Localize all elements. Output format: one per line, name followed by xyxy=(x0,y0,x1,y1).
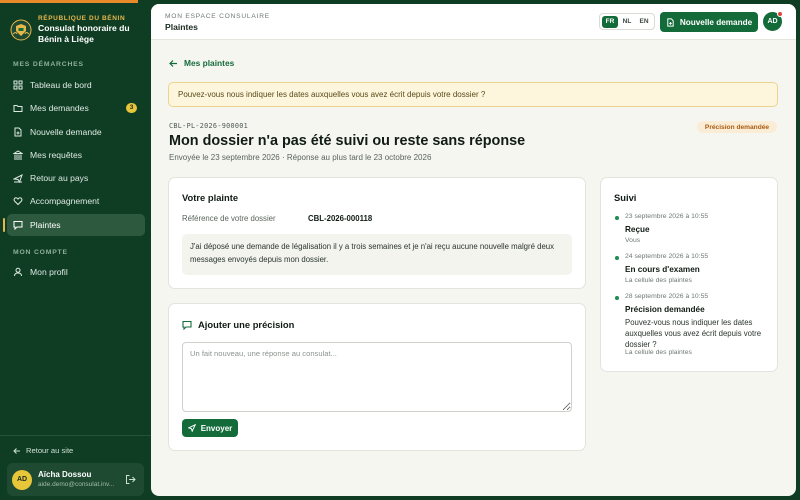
section-label-account: MON COMPTE xyxy=(13,249,68,256)
brand-text: RÉPUBLIQUE DU BÉNIN Consulat honoraire d… xyxy=(38,15,130,49)
file-plus-icon xyxy=(667,17,674,27)
user-info: Aïcha Dossou aide.demo@consulat.inv... xyxy=(38,470,114,489)
user-icon xyxy=(14,267,22,277)
lang-option-nl[interactable]: NL xyxy=(619,16,635,28)
timeline-dot xyxy=(615,256,619,260)
timeline-event-title: En cours d'examen xyxy=(625,265,700,274)
add-precision-title: Ajouter une précision xyxy=(198,319,295,330)
message-square-icon xyxy=(13,220,23,230)
status-badge: Précision demandée xyxy=(697,121,777,133)
timeline-date: 28 septembre 2026 à 10:55 xyxy=(625,293,709,300)
message-square-icon xyxy=(182,320,192,330)
coat-of-arms-icon xyxy=(10,19,32,41)
timeline-author: La cellule des plaintes xyxy=(625,349,692,356)
breadcrumb: MON ESPACE CONSULAIRE xyxy=(165,13,270,20)
add-precision-header: Ajouter une précision xyxy=(182,319,294,330)
sidebar-item-my-queries[interactable]: Mes requêtes xyxy=(7,144,145,166)
user-card: AD Aïcha Dossou aide.demo@consulat.inv..… xyxy=(7,463,144,496)
page-title: Mon dossier n'a pas été suivi ou reste s… xyxy=(169,133,526,149)
sidebar-item-my-requests[interactable]: Mes demandes 3 xyxy=(7,97,145,119)
timeline-event-title: Précision demandée xyxy=(625,305,705,314)
timeline-card: Suivi 23 septembre 2026 à 10:55 Reçue Vo… xyxy=(600,177,778,372)
send-label: Envoyer xyxy=(200,423,233,433)
plane-icon xyxy=(13,174,23,184)
complaint-card-title: Votre plainte xyxy=(182,192,239,203)
grid-icon xyxy=(13,80,23,90)
alert-text: Pouvez-vous nous indiquer les dates auxq… xyxy=(178,90,486,99)
main-content: MON ESPACE CONSULAIRE Plaintes FR NL EN … xyxy=(151,4,796,496)
brand-kicker: RÉPUBLIQUE DU BÉNIN xyxy=(38,15,126,22)
file-plus-icon xyxy=(14,127,22,137)
lang-option-en[interactable]: EN xyxy=(636,16,652,28)
back-to-complaints-link[interactable]: Mes plaintes xyxy=(169,58,234,68)
lang-option-fr[interactable]: FR xyxy=(602,15,618,28)
back-to-site-link[interactable]: Retour au site xyxy=(13,446,73,455)
header-title: Plaintes xyxy=(165,22,198,32)
timeline-date: 24 septembre 2026 à 10:55 xyxy=(625,253,709,260)
user-name: Aïcha Dossou xyxy=(38,470,92,479)
sidebar-item-new-request[interactable]: Nouvelle demande xyxy=(7,121,145,143)
requests-count-badge: 3 xyxy=(126,103,137,114)
sidebar-divider xyxy=(0,435,151,436)
new-request-button[interactable]: Nouvelle demande xyxy=(660,12,758,32)
header-avatar-initials: AD xyxy=(767,18,778,25)
back-to-site-label: Retour au site xyxy=(26,446,74,455)
section-label-demarches: MES DÉMARCHES xyxy=(13,61,84,68)
sidebar-item-return-home[interactable]: Retour au pays xyxy=(7,167,145,189)
timeline-author: Vous xyxy=(625,237,641,244)
brand[interactable]: RÉPUBLIQUE DU BÉNIN Consulat honoraire d… xyxy=(10,15,146,49)
sidebar-item-label: Nouvelle demande xyxy=(30,126,102,137)
brand-name-line1: Consulat honoraire du xyxy=(38,23,130,33)
timeline-title: Suivi xyxy=(614,192,637,203)
info-alert: Pouvez-vous nous indiquer les dates auxq… xyxy=(168,82,778,107)
add-precision-card: Ajouter une précision Envoyer xyxy=(168,303,586,451)
back-to-complaints-label: Mes plaintes xyxy=(184,58,235,68)
timeline-dot xyxy=(615,216,619,220)
sidebar-item-complaints[interactable]: Plaintes xyxy=(3,213,145,236)
sidebar-item-label: Retour au pays xyxy=(30,173,89,184)
timeline-author: La cellule des plaintes xyxy=(625,277,692,284)
timeline-event-text: Pouvez-vous nous indiquer les dates auxq… xyxy=(625,318,762,349)
sidebar-item-label: Mon profil xyxy=(30,267,68,277)
notification-dot xyxy=(777,11,783,17)
sidebar-item-support[interactable]: Accompagnement xyxy=(7,190,145,212)
sidebar-item-profile[interactable]: Mon profil xyxy=(7,261,145,283)
send-button[interactable]: Envoyer xyxy=(182,419,238,437)
sidebar-item-label: Accompagnement xyxy=(30,196,100,207)
sidebar-item-dashboard[interactable]: Tableau de bord xyxy=(7,74,145,96)
arrow-left-icon xyxy=(169,59,177,67)
timeline-event-title: Reçue xyxy=(625,225,650,234)
timeline-dot xyxy=(615,296,619,300)
user-email: aide.demo@consulat.inv... xyxy=(38,481,115,488)
main-nav: Tableau de bord Mes demandes 3 Nouvelle … xyxy=(3,74,145,237)
heart-handshake-icon xyxy=(13,197,23,206)
language-switcher: FR NL EN xyxy=(599,13,655,30)
bank-icon xyxy=(13,150,23,160)
dossier-ref-label: Référence de votre dossier xyxy=(182,214,276,223)
page-subtitle: Envoyée le 23 septembre 2026 · Réponse a… xyxy=(169,153,432,162)
sidebar-item-label: Mes requêtes xyxy=(30,149,83,160)
sidebar-item-label: Mes demandes xyxy=(30,103,89,114)
account-nav: Mon profil xyxy=(7,261,145,284)
new-request-label: Nouvelle demande xyxy=(679,17,753,27)
complaint-card: Votre plainte Référence de votre dossier… xyxy=(168,177,586,289)
avatar: AD xyxy=(12,469,32,490)
logout-icon[interactable] xyxy=(125,474,136,485)
folder-icon xyxy=(13,105,23,113)
arrow-left-icon xyxy=(13,447,20,454)
sidebar: RÉPUBLIQUE DU BÉNIN Consulat honoraire d… xyxy=(0,3,151,500)
sidebar-item-label: Plaintes xyxy=(30,219,61,230)
timeline-date: 23 septembre 2026 à 10:55 xyxy=(625,213,709,220)
dossier-ref-value: CBL-2026-000118 xyxy=(308,214,373,223)
send-icon xyxy=(187,424,196,432)
header-avatar[interactable]: AD xyxy=(763,11,783,31)
precision-textarea[interactable] xyxy=(182,342,572,412)
complaint-message: J'ai déposé une demande de légalisation … xyxy=(182,234,572,275)
sidebar-item-label: Tableau de bord xyxy=(30,80,92,90)
top-header: MON ESPACE CONSULAIRE Plaintes FR NL EN … xyxy=(151,4,796,40)
complaint-reference: CBL-PL-2026-900001 xyxy=(169,122,249,130)
brand-name-line2: Bénin à Liège xyxy=(38,34,94,44)
